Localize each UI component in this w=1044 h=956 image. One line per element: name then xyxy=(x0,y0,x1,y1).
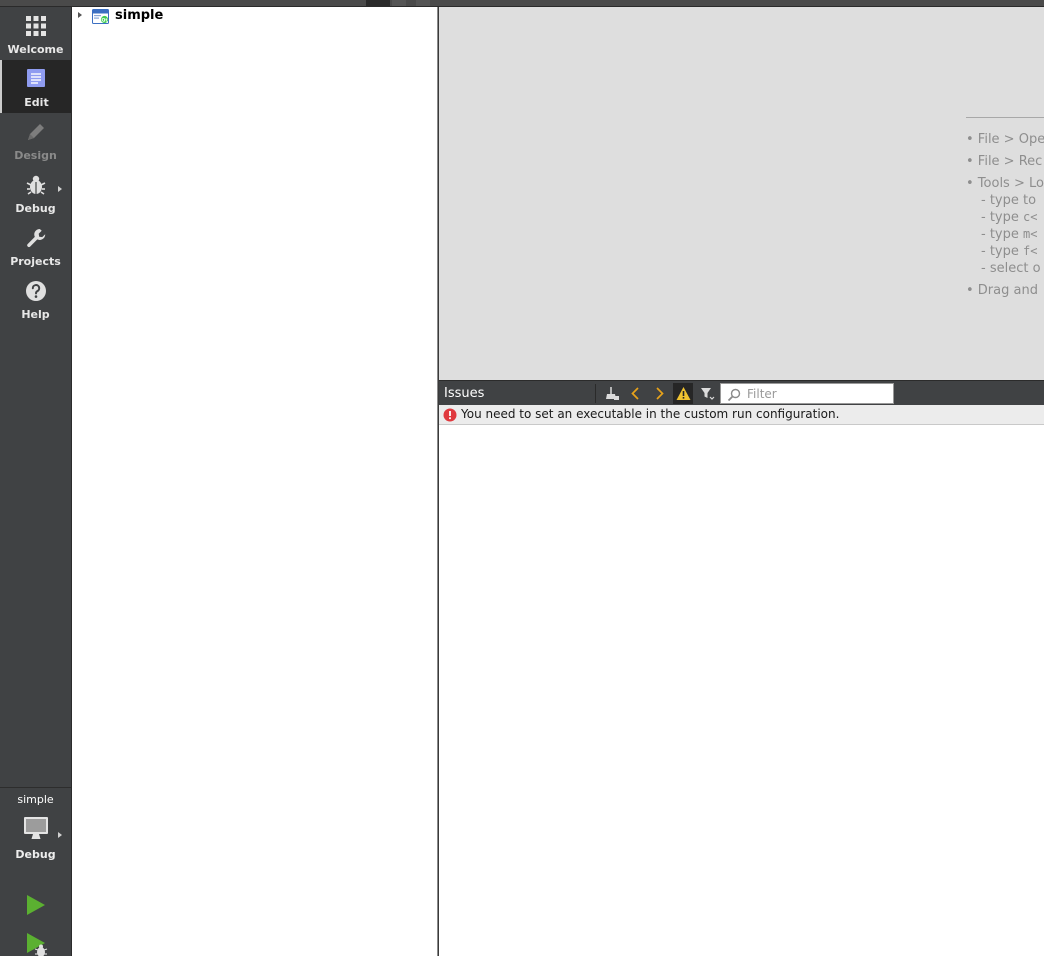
hint-locator-method: - type m< xyxy=(981,227,1037,242)
kit-selector[interactable]: Debug xyxy=(0,813,71,869)
issues-pane-title: Issues xyxy=(444,386,485,401)
run-icon[interactable] xyxy=(24,893,48,917)
issue-message: You need to set an executable in the cus… xyxy=(461,407,840,421)
project-tree: Qt simple xyxy=(72,7,438,956)
mode-bar-divider xyxy=(0,787,71,788)
hint-text: - type xyxy=(981,210,1023,225)
debug-run-icon[interactable] xyxy=(24,931,50,956)
svg-text:Qt: Qt xyxy=(102,17,109,23)
mode-edit[interactable]: Edit xyxy=(0,60,71,113)
hint-code: m< xyxy=(1023,227,1038,241)
hint-code: c< xyxy=(1023,210,1038,224)
hint-text: - type xyxy=(981,227,1023,242)
document-icon xyxy=(26,69,45,87)
expand-arrow-icon[interactable] xyxy=(78,12,82,18)
mode-help[interactable]: Help xyxy=(0,272,71,325)
previous-issue-button[interactable] xyxy=(625,383,645,404)
mode-label: Welcome xyxy=(7,43,64,56)
hint-locator-class: - type c< xyxy=(981,210,1037,225)
grid-icon xyxy=(25,16,46,36)
pencil-icon xyxy=(27,124,44,140)
toolbar-segment[interactable] xyxy=(392,0,406,6)
error-icon xyxy=(443,408,457,422)
mode-bar: Welcome Edit Design Debug Projects Help … xyxy=(0,7,72,956)
hint-locator-file: - type f< xyxy=(981,244,1037,259)
wrench-icon xyxy=(26,229,45,248)
funnel-icon xyxy=(701,388,715,400)
mode-debug[interactable]: Debug xyxy=(0,166,71,219)
qt-project-icon: Qt xyxy=(92,9,109,24)
mode-label: Help xyxy=(21,308,50,321)
help-icon xyxy=(25,281,46,301)
issues-filter-input[interactable] xyxy=(747,385,891,402)
broom-icon xyxy=(606,387,619,400)
chevron-right-icon xyxy=(58,832,62,838)
warning-icon xyxy=(676,387,691,400)
chevron-right-icon xyxy=(656,387,664,400)
chevron-right-icon xyxy=(58,186,62,192)
bug-icon xyxy=(26,175,45,195)
hint-text: - type xyxy=(981,244,1023,259)
issues-list: You need to set an executable in the cus… xyxy=(439,405,1044,956)
toolbar-divider xyxy=(595,384,596,403)
hint-locator: • Tools > Lo xyxy=(966,176,1044,191)
chevron-left-icon xyxy=(631,387,639,400)
kit-project-name: simple xyxy=(17,793,54,806)
toolbar-segment[interactable] xyxy=(366,0,390,6)
kit-build-type: Debug xyxy=(15,848,56,861)
mode-label: Edit xyxy=(24,96,49,109)
tree-item-label: simple xyxy=(115,8,164,23)
filter-categories-button[interactable] xyxy=(697,383,717,404)
show-warnings-toggle[interactable] xyxy=(673,383,693,404)
mode-welcome[interactable]: Welcome xyxy=(0,7,71,60)
next-issue-button[interactable] xyxy=(649,383,669,404)
hint-locator-select: - select o xyxy=(981,261,1041,276)
hint-divider xyxy=(966,117,1044,118)
hint-open-file: • File > Ope xyxy=(966,132,1044,147)
clear-issues-button[interactable] xyxy=(601,383,621,404)
issue-row[interactable]: You need to set an executable in the cus… xyxy=(439,405,1044,425)
hint-locator-type: - type to xyxy=(981,193,1037,208)
editor-placeholder-area: • File > Ope • File > Rec • Tools > Lo -… xyxy=(439,7,1044,380)
tree-item-project[interactable]: Qt simple xyxy=(72,7,438,26)
mode-design[interactable]: Design xyxy=(0,113,71,166)
monitor-icon xyxy=(24,817,48,839)
hint-recent-files: • File > Rec xyxy=(966,154,1043,169)
mode-label: Projects xyxy=(10,255,61,268)
mode-projects[interactable]: Projects xyxy=(0,219,71,272)
mode-label: Design xyxy=(14,149,57,162)
mode-label: Debug xyxy=(15,202,56,215)
top-toolbar-strip xyxy=(0,0,1044,7)
search-icon xyxy=(727,388,741,402)
issues-filter-box[interactable] xyxy=(720,383,894,404)
hint-drag-drop: • Drag and xyxy=(966,283,1038,298)
toolbar-segment[interactable] xyxy=(416,0,430,6)
issues-pane-toolbar: Issues xyxy=(439,380,1044,405)
hint-code: f< xyxy=(1023,244,1038,258)
